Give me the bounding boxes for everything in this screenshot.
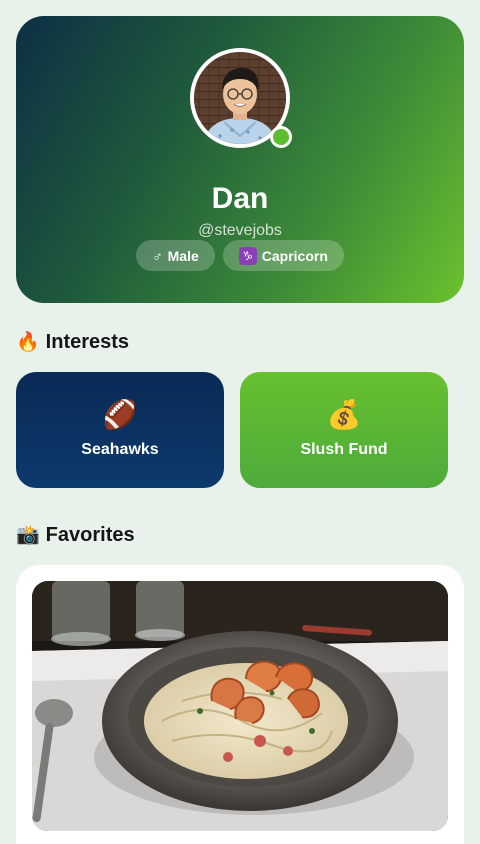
interest-label: Slush Fund	[300, 441, 388, 458]
interest-card-slush-fund[interactable]: 💰 Slush Fund	[240, 372, 448, 488]
favorites-heading: 📸 Favorites	[16, 523, 135, 547]
profile-name: Dan	[211, 182, 269, 215]
avatar[interactable]	[190, 48, 292, 148]
male-sign-icon: ♂	[152, 247, 163, 264]
fire-icon: 🔥	[16, 332, 40, 353]
favorites-title: Favorites	[45, 523, 135, 546]
online-status-dot	[270, 126, 292, 148]
favorites-card	[16, 565, 464, 844]
zodiac-chip[interactable]: ♑ Capricorn	[222, 240, 344, 271]
camera-icon: 📸	[16, 525, 40, 546]
interests-heading: 🔥 Interests	[16, 330, 129, 354]
capricorn-icon: ♑	[238, 246, 257, 265]
football-icon: 🏈	[102, 399, 138, 430]
profile-handle: @stevejobs	[198, 222, 282, 239]
profile-tags: ♂ Male ♑ Capricorn	[16, 240, 464, 271]
favorite-photo[interactable]	[32, 581, 448, 831]
shrimp-pasta-photo	[32, 581, 448, 831]
gender-chip[interactable]: ♂ Male	[136, 240, 215, 271]
profile-page: Dan @stevejobs ♂ Male ♑ Capricorn 🔥 Inte…	[0, 0, 480, 844]
zodiac-chip-label: Capricorn	[261, 247, 328, 264]
interests-title: Interests	[45, 330, 130, 353]
profile-card: Dan @stevejobs ♂ Male ♑ Capricorn	[16, 16, 464, 303]
interest-card-seahawks[interactable]: 🏈 Seahawks	[16, 372, 224, 488]
interest-label: Seahawks	[81, 441, 159, 458]
money-bag-icon: 💰	[326, 399, 362, 430]
gender-chip-label: Male	[167, 247, 199, 264]
